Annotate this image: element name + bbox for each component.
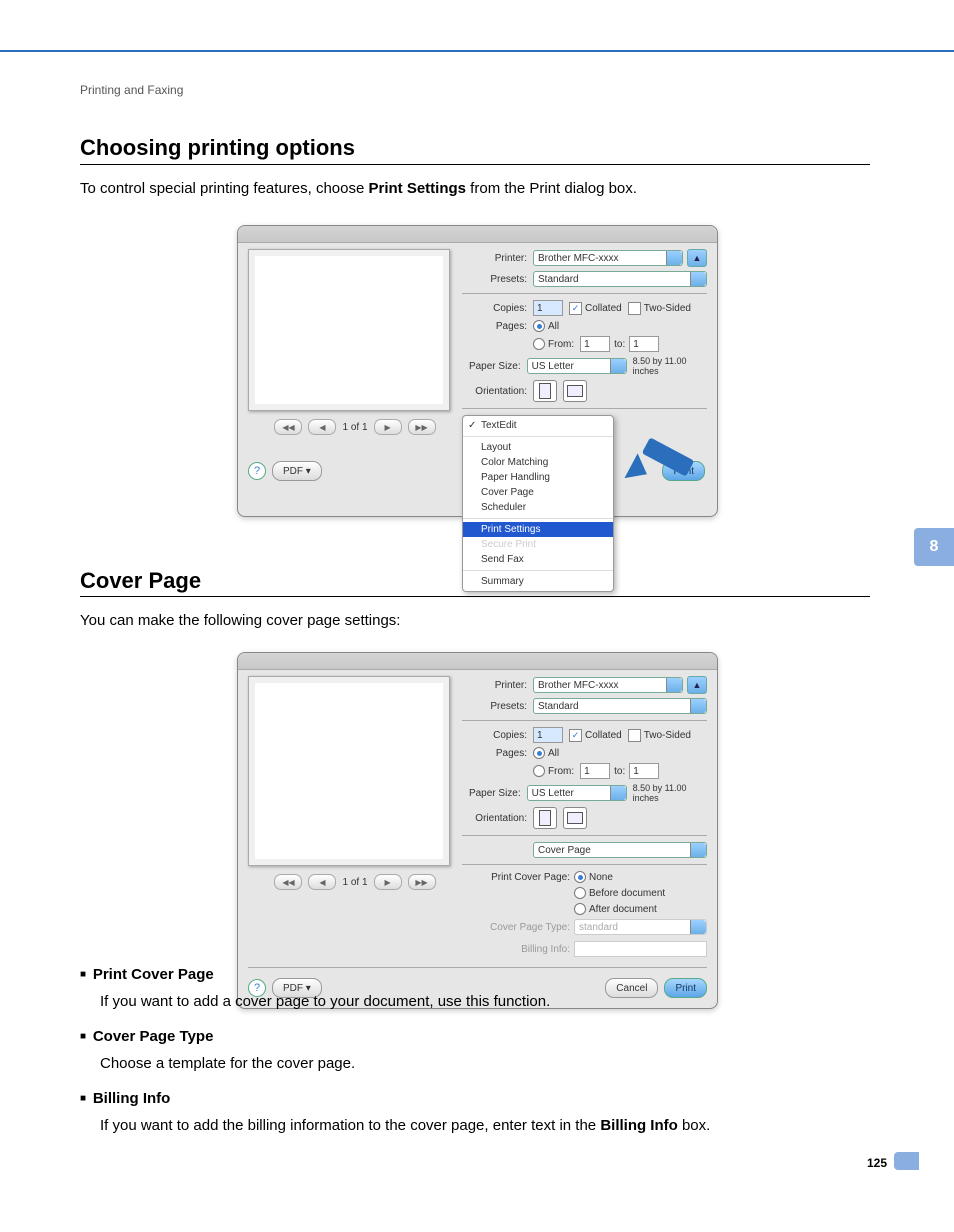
printer-select[interactable]: Brother MFC-xxxx: [533, 250, 683, 266]
orientation-landscape-icon[interactable]: [563, 380, 587, 402]
orientation-landscape-icon[interactable]: [563, 807, 587, 829]
printer-select[interactable]: Brother MFC-xxxx: [533, 677, 683, 693]
dd-color-matching[interactable]: Color Matching: [463, 455, 613, 470]
nav-first-icon[interactable]: ◀◀: [274, 874, 302, 890]
cover-page-type-label: Cover Page Type:: [462, 922, 570, 933]
billing-info-input[interactable]: [574, 941, 707, 957]
pages-label: Pages:: [462, 321, 527, 332]
bullet-cover-page-type: Cover Page Type: [80, 1028, 870, 1045]
dd-cover-page[interactable]: Cover Page: [463, 485, 613, 500]
nav-last-icon[interactable]: ▶▶: [408, 419, 436, 435]
copies-input[interactable]: 1: [533, 300, 563, 316]
bullet-cover-page-type-body: Choose a template for the cover page.: [100, 1055, 870, 1072]
presets-select[interactable]: Standard: [533, 271, 707, 287]
orientation-portrait-icon[interactable]: [533, 807, 557, 829]
cover-page-options-list: Print Cover Page If you want to add a co…: [80, 966, 870, 1152]
breadcrumb: Printing and Faxing: [80, 83, 183, 97]
paragraph-cover-page: You can make the following cover page se…: [80, 612, 400, 629]
nav-next-icon[interactable]: ▶: [374, 874, 402, 890]
cover-after-radio[interactable]: After document: [574, 903, 657, 915]
copies-input[interactable]: 1: [533, 727, 563, 743]
print-cover-page-label: Print Cover Page:: [462, 872, 570, 883]
papersize-dim: 8.50 by 11.00 inches: [633, 356, 707, 376]
print-dialog-1: ◀◀ ◀ 1 of 1 ▶ ▶▶ Printer: Brother MFC-xx…: [237, 225, 718, 517]
printer-status-icon[interactable]: ▲: [687, 249, 707, 267]
pages-to-input[interactable]: 1: [629, 763, 659, 779]
preview-pane: [248, 676, 450, 866]
cover-before-radio[interactable]: Before document: [574, 887, 665, 899]
bullet-billing-info: Billing Info: [80, 1090, 870, 1107]
preview-pane: [248, 249, 450, 411]
pages-from-input[interactable]: 1: [580, 763, 610, 779]
pages-from-input[interactable]: 1: [580, 336, 610, 352]
papersize-label: Paper Size:: [462, 361, 521, 372]
heading-printing-options: Choosing printing options: [80, 135, 355, 161]
papersize-label: Paper Size:: [462, 788, 521, 799]
nav-last-icon[interactable]: ▶▶: [408, 874, 436, 890]
bullet-billing-info-body: If you want to add the billing informati…: [100, 1117, 870, 1134]
papersize-dim: 8.50 by 11.00 inches: [633, 783, 707, 803]
dd-textedit[interactable]: TextEdit: [463, 418, 613, 433]
orientation-portrait-icon[interactable]: [533, 380, 557, 402]
pages-to-label: to:: [614, 339, 625, 350]
billing-info-label: Billing Info:: [462, 944, 570, 955]
nav-next-icon[interactable]: ▶: [374, 419, 402, 435]
printer-label: Printer:: [462, 253, 527, 264]
preview-nav: ◀◀ ◀ 1 of 1 ▶ ▶▶: [248, 419, 462, 435]
presets-label: Presets:: [462, 274, 527, 285]
pages-label: Pages:: [462, 748, 527, 759]
presets-select[interactable]: Standard: [533, 698, 707, 714]
pages-to-input[interactable]: 1: [629, 336, 659, 352]
bullet-print-cover-page-body: If you want to add a cover page to your …: [100, 993, 870, 1010]
help-button[interactable]: ?: [248, 462, 266, 480]
cover-none-radio[interactable]: None: [574, 871, 613, 883]
copies-label: Copies:: [462, 730, 527, 741]
paragraph-intro: To control special printing features, ch…: [80, 180, 637, 197]
dd-layout[interactable]: Layout: [463, 440, 613, 455]
collated-checkbox[interactable]: ✓Collated: [569, 302, 622, 315]
bullet-print-cover-page: Print Cover Page: [80, 966, 870, 983]
pdf-button[interactable]: PDF ▾: [272, 461, 322, 481]
heading-cover-page: Cover Page: [80, 568, 201, 594]
orientation-label: Orientation:: [462, 386, 527, 397]
dd-summary[interactable]: Summary: [463, 574, 613, 589]
dd-scheduler[interactable]: Scheduler: [463, 500, 613, 515]
dd-paper-handling[interactable]: Paper Handling: [463, 470, 613, 485]
printer-status-icon[interactable]: ▲: [687, 676, 707, 694]
pages-from-radio[interactable]: From:: [533, 765, 574, 777]
collated-checkbox[interactable]: ✓Collated: [569, 729, 622, 742]
papersize-select[interactable]: US Letter: [527, 785, 627, 801]
copies-label: Copies:: [462, 303, 527, 314]
panel-dropdown[interactable]: TextEdit Layout Color Matching Paper Han…: [462, 415, 614, 592]
nav-count: 1 of 1: [342, 877, 367, 888]
nav-first-icon[interactable]: ◀◀: [274, 419, 302, 435]
twosided-checkbox[interactable]: Two-Sided: [628, 729, 691, 742]
preview-nav: ◀◀ ◀ 1 of 1 ▶ ▶▶: [248, 874, 462, 890]
dd-secure-print[interactable]: Secure Print: [463, 537, 613, 552]
orientation-label: Orientation:: [462, 813, 527, 824]
dd-print-settings[interactable]: Print Settings: [463, 522, 613, 537]
nav-count: 1 of 1: [342, 422, 367, 433]
dd-send-fax[interactable]: Send Fax: [463, 552, 613, 567]
presets-label: Presets:: [462, 701, 527, 712]
chapter-tab: 8: [914, 528, 954, 566]
pages-to-label: to:: [614, 766, 625, 777]
pages-all-radio[interactable]: All: [533, 747, 559, 759]
papersize-select[interactable]: US Letter: [527, 358, 627, 374]
printer-label: Printer:: [462, 680, 527, 691]
nav-prev-icon[interactable]: ◀: [308, 419, 336, 435]
pages-all-radio[interactable]: All: [533, 320, 559, 332]
pages-from-radio[interactable]: From:: [533, 338, 574, 350]
print-dialog-2: ◀◀ ◀ 1 of 1 ▶ ▶▶ Printer: Brother MFC-xx…: [237, 652, 718, 1009]
panel-select[interactable]: Cover Page: [533, 842, 707, 858]
cover-page-type-select: standard: [574, 919, 707, 935]
twosided-checkbox[interactable]: Two-Sided: [628, 302, 691, 315]
nav-prev-icon[interactable]: ◀: [308, 874, 336, 890]
page-number: 125: [867, 1156, 887, 1170]
